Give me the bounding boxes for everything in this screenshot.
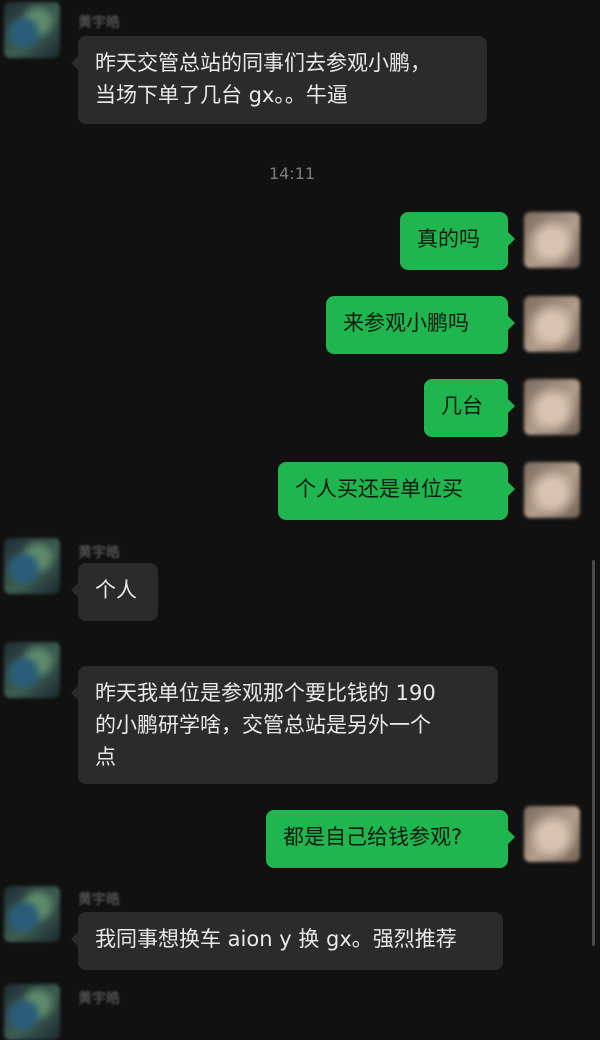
- message-bubble-outgoing[interactable]: 都是自己给钱参观?: [266, 810, 515, 868]
- message-bubble-incoming[interactable]: 个人: [71, 563, 158, 621]
- message-timestamp: 14:11: [268, 164, 316, 183]
- message-bubble-incoming[interactable]: 我同事想换车 aion y 换 gx。强烈推荐: [71, 912, 503, 970]
- scrollbar[interactable]: [592, 560, 595, 946]
- sender-name: 黄宇皓: [78, 991, 120, 1007]
- contact-avatar[interactable]: [4, 984, 60, 1040]
- message-bubble-incoming[interactable]: 昨天我单位是参观那个要比钱的 190 的小鹏研学啥，交管总站是另外一个 点: [71, 666, 498, 784]
- my-avatar[interactable]: [524, 462, 580, 518]
- message-bubble-incoming[interactable]: 昨天交管总站的同事们去参观小鹏， 当场下单了几台 gx。。牛逼: [71, 36, 487, 124]
- contact-avatar[interactable]: [4, 2, 60, 58]
- contact-avatar[interactable]: [4, 886, 60, 942]
- contact-avatar[interactable]: [4, 642, 60, 698]
- my-avatar[interactable]: [524, 296, 580, 352]
- message-bubble-outgoing[interactable]: 几台: [424, 379, 515, 437]
- my-avatar[interactable]: [524, 212, 580, 268]
- message-bubble-outgoing[interactable]: 真的吗: [400, 212, 515, 270]
- sender-name: 黄宇皓: [78, 545, 120, 561]
- sender-name: 黄宇皓: [78, 15, 120, 31]
- message-bubble-outgoing[interactable]: 来参观小鹏吗: [326, 296, 515, 354]
- message-bubble-outgoing[interactable]: 个人买还是单位买: [278, 462, 515, 520]
- my-avatar[interactable]: [524, 379, 580, 435]
- sender-name: 黄宇皓: [78, 892, 120, 908]
- my-avatar[interactable]: [524, 806, 580, 862]
- contact-avatar[interactable]: [4, 538, 60, 594]
